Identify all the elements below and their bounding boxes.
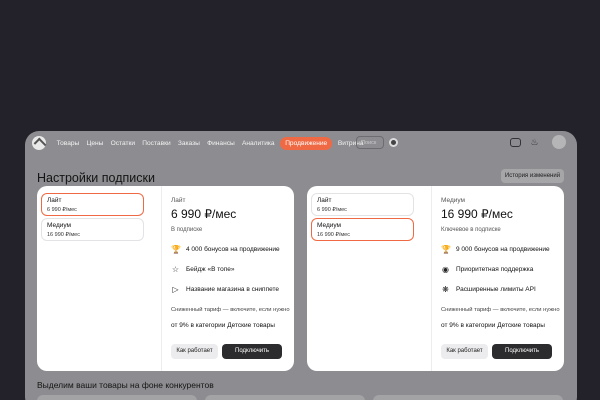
how-it-works-button[interactable]: Как работает bbox=[171, 344, 218, 359]
tag-icon: ▷ bbox=[172, 284, 179, 294]
nav-item-analytics[interactable]: Аналитика bbox=[238, 137, 278, 150]
feature-item: ◉ Приоритетная поддержка bbox=[441, 263, 533, 275]
feature-text: Бейдж «В топе» bbox=[186, 265, 235, 273]
nav-item-finance[interactable]: Финансы bbox=[203, 137, 238, 150]
tariff-note-category: от 9% в категории Детские товары bbox=[441, 322, 545, 329]
plan-option-lite[interactable]: Лайт 6 990 ₽/мес bbox=[311, 193, 414, 216]
promo-card-placeholder bbox=[37, 395, 197, 400]
section-title: Выделим ваши товары на фоне конкурентов bbox=[37, 380, 214, 390]
plan-name: Лайт bbox=[317, 197, 332, 204]
nav-item-prices[interactable]: Цены bbox=[83, 137, 107, 150]
plan-option-lite[interactable]: Лайт 6 990 ₽/мес bbox=[41, 193, 144, 216]
plan-name: Медиум bbox=[47, 222, 72, 229]
plan-option-medium[interactable]: Медиум 16 990 ₽/мес bbox=[311, 218, 414, 241]
search-icon[interactable] bbox=[389, 138, 398, 147]
api-icon: ❋ bbox=[442, 284, 449, 294]
history-button[interactable]: История изменений bbox=[501, 169, 564, 183]
logo-icon[interactable] bbox=[32, 136, 46, 150]
detail-plan-name: Лайт bbox=[171, 197, 186, 204]
plan-price: 16 990 ₽/мес bbox=[317, 232, 350, 238]
detail-plan-price: 16 990 ₽/мес bbox=[441, 207, 513, 221]
connect-button[interactable]: Подключить bbox=[222, 344, 282, 359]
nav-item-orders[interactable]: Заказы bbox=[174, 137, 203, 150]
detail-plan-price: 6 990 ₽/мес bbox=[171, 207, 237, 221]
star-icon: ☆ bbox=[171, 264, 180, 274]
plan-price: 16 990 ₽/мес bbox=[47, 232, 80, 238]
feature-text: Приоритетная поддержка bbox=[456, 265, 534, 273]
how-it-works-button[interactable]: Как работает bbox=[441, 344, 488, 359]
subscription-card-lite: Лайт 6 990 ₽/мес Медиум 16 990 ₽/мес Лай… bbox=[37, 186, 294, 371]
nav-item-promotion[interactable]: Продвижение bbox=[280, 137, 333, 150]
detail-subtitle: В подписке bbox=[171, 227, 203, 233]
feature-text: 4 000 бонусов на продвижение bbox=[186, 245, 280, 253]
plan-price: 6 990 ₽/мес bbox=[47, 207, 77, 213]
feature-text: Название магазина в сниппете bbox=[186, 285, 280, 293]
tariff-note-category: от 9% в категории Детские товары bbox=[171, 322, 275, 329]
promo-card-placeholder bbox=[373, 395, 563, 400]
nav-item-stock[interactable]: Остатки bbox=[107, 137, 139, 150]
search-input[interactable]: Поиск bbox=[356, 136, 384, 149]
top-nav: Товары Цены Остатки Поставки Заказы Фина… bbox=[25, 131, 577, 157]
feature-text: Расширенные лимиты API bbox=[456, 285, 536, 293]
trophy-icon: 🏆 bbox=[441, 244, 451, 254]
tariff-note: Сниженный тариф — включите, если нужно bbox=[171, 307, 290, 313]
app-window: Товары Цены Остатки Поставки Заказы Фина… bbox=[25, 131, 577, 400]
avatar[interactable] bbox=[552, 135, 566, 149]
detail-subtitle: Ключевое в подписке bbox=[441, 227, 501, 233]
nav-item-supplies[interactable]: Поставки bbox=[139, 137, 175, 150]
bell-icon[interactable]: ♨ bbox=[530, 137, 539, 147]
feature-item: ❋ Расширенные лимиты API bbox=[441, 283, 536, 295]
connect-button[interactable]: Подключить bbox=[492, 344, 552, 359]
chat-icon[interactable] bbox=[510, 138, 521, 147]
plan-name: Медиум bbox=[317, 222, 342, 229]
feature-item: 🏆 9 000 бонусов на продвижение bbox=[441, 243, 550, 255]
promo-card-placeholder bbox=[205, 395, 365, 400]
plan-option-medium[interactable]: Медиум 16 990 ₽/мес bbox=[41, 218, 144, 241]
plan-detail: Медиум 16 990 ₽/мес Ключевое в подписке … bbox=[431, 186, 564, 371]
feature-text: 9 000 бонусов на продвижение bbox=[456, 245, 550, 253]
trophy-icon: 🏆 bbox=[171, 244, 181, 254]
feature-item: ☆ Бейдж «В топе» bbox=[171, 263, 235, 275]
tariff-note: Сниженный тариф — включите, если нужно bbox=[441, 307, 560, 313]
detail-plan-name: Медиум bbox=[441, 197, 466, 204]
feature-item: 🏆 4 000 бонусов на продвижение bbox=[171, 243, 280, 255]
page-title: Настройки подписки bbox=[37, 171, 155, 185]
plan-price: 6 990 ₽/мес bbox=[317, 207, 347, 213]
headset-icon: ◉ bbox=[442, 264, 449, 274]
feature-item: ▷ Название магазина в сниппете bbox=[171, 283, 279, 295]
nav-item-goods[interactable]: Товары bbox=[53, 137, 83, 150]
plan-name: Лайт bbox=[47, 197, 62, 204]
plan-detail: Лайт 6 990 ₽/мес В подписке 🏆 4 000 бону… bbox=[161, 186, 294, 371]
nav-menu: Товары Цены Остатки Поставки Заказы Фина… bbox=[53, 137, 367, 150]
subscription-card-medium: Лайт 6 990 ₽/мес Медиум 16 990 ₽/мес Мед… bbox=[307, 186, 564, 371]
